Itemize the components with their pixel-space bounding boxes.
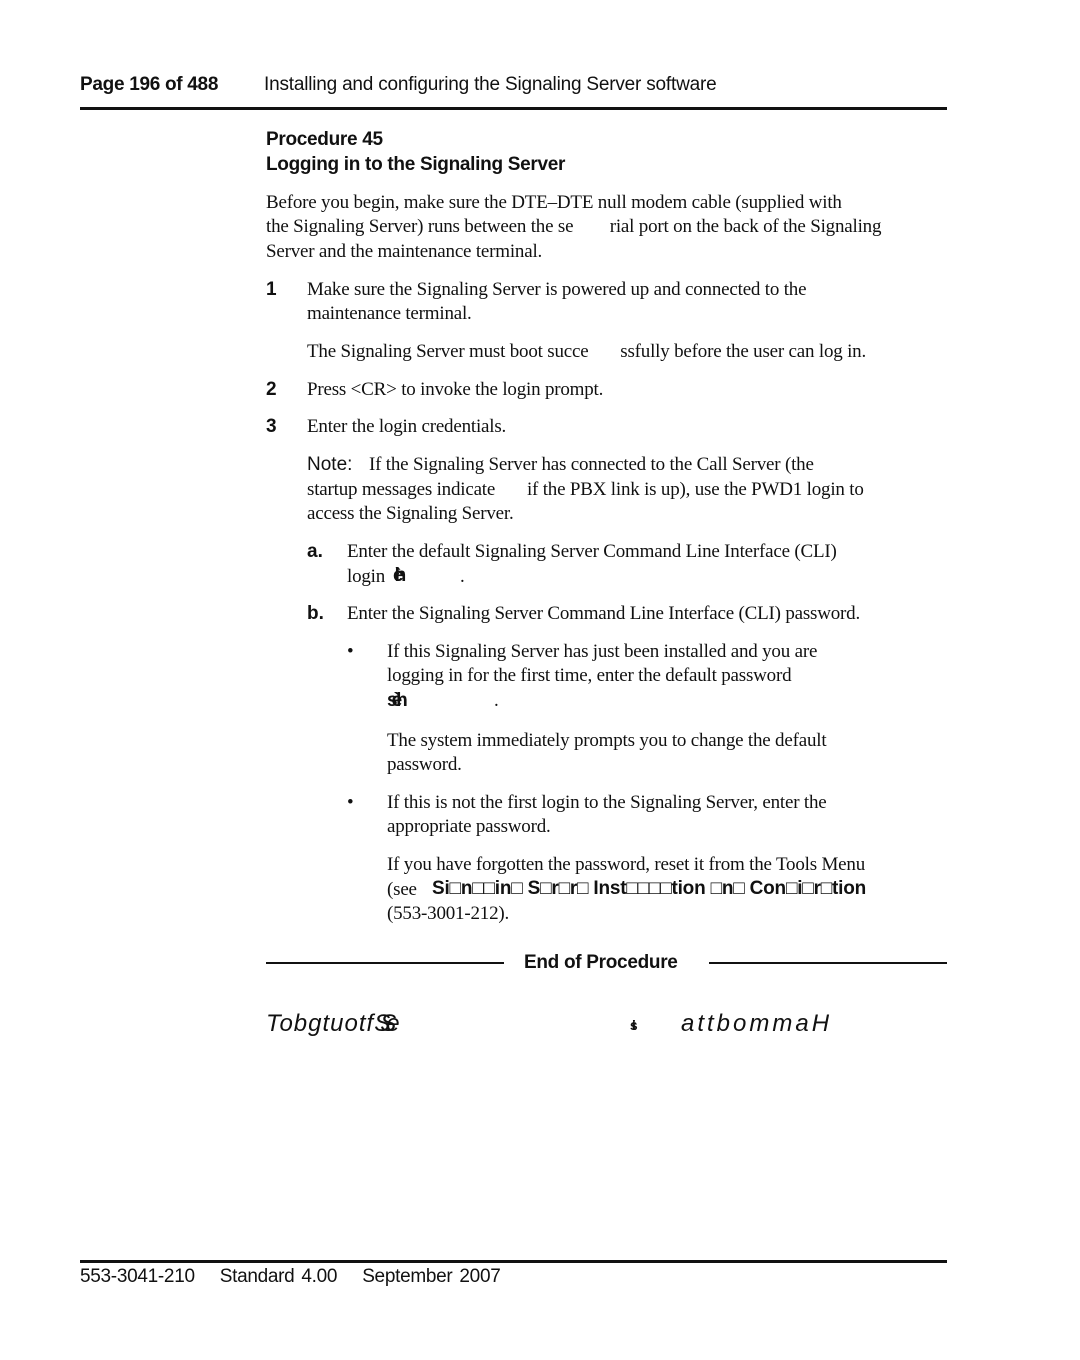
substep-text: login — [347, 566, 386, 587]
step-number: 2 — [266, 379, 277, 400]
note-text: startup messages indicate if the PBX lin… — [307, 479, 864, 500]
step-text: Press <CR> to invoke the login prompt. — [307, 379, 604, 400]
bullet-detail: password. — [387, 754, 462, 775]
step-text: maintenance terminal. — [307, 303, 472, 324]
footer-rule — [80, 1260, 947, 1263]
page-number: Page 196 of 488 — [80, 74, 219, 95]
intro-line: Before you begin, make sure the DTE–DTE … — [266, 192, 842, 213]
document-number: 553-3041-210 — [80, 1266, 195, 1287]
bullet-detail: If you have forgotten the password, rese… — [387, 854, 866, 875]
intro-line: Server and the maintenance terminal. — [266, 241, 543, 262]
note-text: If the Signaling Server has connected to… — [369, 454, 814, 475]
substep-text: Enter the Signaling Server Command Line … — [347, 603, 861, 624]
step-number: 3 — [266, 416, 277, 437]
bullet-text: If this Signaling Server has just been i… — [387, 641, 818, 662]
bullet-detail: The system immediately prompts you to ch… — [387, 730, 827, 751]
password-code: sèh — [387, 690, 408, 711]
footer: 553-3041-210 Standard 4.00 September 200… — [80, 1266, 518, 1288]
procedure-title: Logging in to the Signaling Server — [266, 154, 566, 175]
bullet-icon: • — [347, 641, 354, 662]
section-title: Installing and configuring the Signaling… — [264, 74, 717, 95]
garbled-text: TobgtuotfSSe — [266, 1010, 400, 1038]
step-text: Enter the login credentials. — [307, 416, 507, 437]
note-text: access the Signaling Server. — [307, 503, 514, 524]
garbled-part: attbommaH — [681, 1010, 833, 1037]
document-date: September 2007 — [362, 1266, 501, 1287]
reference-prefix: (see — [387, 879, 417, 900]
period: . — [460, 566, 465, 587]
bullet-text: appropriate password. — [387, 816, 551, 837]
end-of-procedure-label: End of Procedure — [524, 952, 678, 973]
step-text: Make sure the Signaling Server is powere… — [307, 279, 807, 300]
substep-letter: a. — [307, 541, 323, 562]
reference-title-link[interactable]: Si□n□□in□ S□r□r□ Inst□□□□tion □n□ Con□i□… — [432, 878, 866, 900]
reference-number: (553-3001-212). — [387, 903, 510, 924]
end-rule-right — [709, 962, 947, 964]
intro-line: the Signaling Server) runs between the s… — [266, 216, 882, 237]
bullet-text: logging in for the first time, enter the… — [387, 665, 792, 686]
step-detail: The Signaling Server must boot succe ssf… — [307, 341, 867, 362]
procedure-number: Procedure 45 — [266, 129, 383, 150]
note-label: Note: — [307, 454, 353, 475]
garbled-part: Tobgtuotf — [266, 1010, 375, 1037]
document-standard: Standard 4.00 — [219, 1266, 338, 1287]
substep-text: Enter the default Signaling Server Comma… — [347, 541, 837, 562]
header-rule — [80, 107, 947, 110]
bullet-text: If this is not the first login to the Si… — [387, 792, 827, 813]
end-rule-left — [266, 962, 504, 964]
step-number: 1 — [266, 279, 277, 300]
garbled-overlap: SSe — [374, 1010, 400, 1037]
bullet-icon: • — [347, 792, 354, 813]
substep-letter: b. — [307, 603, 324, 624]
period: . — [494, 690, 499, 711]
login-code: èh — [393, 565, 407, 586]
